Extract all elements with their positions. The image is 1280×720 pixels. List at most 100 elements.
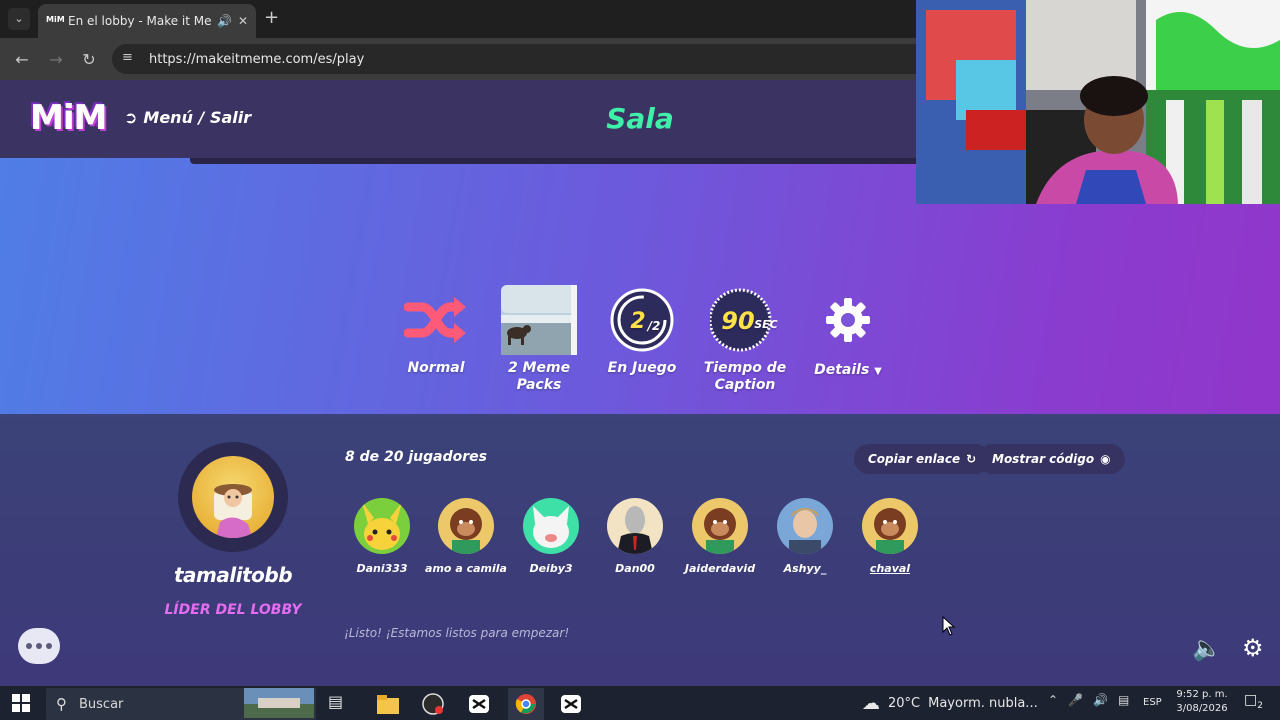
new-tab-icon[interactable]: + [264,8,279,28]
windows-start-icon[interactable] [12,694,30,712]
mouse-cursor-icon [942,616,956,636]
cloud-icon: ☁ [862,693,880,714]
task-view-icon[interactable]: ▤ [328,692,354,716]
meme-packs-label: 2 Meme Packs [507,360,571,393]
meme-pack-thumbnail [484,280,594,360]
rounds-value: 2 [630,309,645,334]
search-label: Buscar [79,696,124,712]
avatar [862,498,918,554]
file-explorer-icon[interactable] [375,692,401,716]
leader-name: tamalitobb [173,563,293,587]
weather-text: Mayorm. nubla... [928,696,1038,711]
clock-time: 9:52 p. m. [1176,689,1228,700]
player-card[interactable]: Jaiderdavid [678,498,762,575]
exit-icon: ➲ [124,108,138,127]
link-icon: ↻ [966,452,977,466]
browser-tab[interactable]: MiM En el lobby - Make it Meme 🔊 ✕ [38,4,256,38]
player-card[interactable]: Deiby3 [509,498,593,575]
chrome-icon[interactable] [513,692,539,716]
meme-packs-option[interactable]: 2 Meme Packs [484,280,594,394]
search-highlight-image [244,688,314,718]
gear-icon [793,280,903,360]
capcut-icon[interactable] [466,692,492,716]
svg-text:/2: /2 [646,319,661,333]
weather-temp: 20°C [888,696,921,711]
player-card[interactable]: Dani333 [340,498,424,575]
site-info-icon[interactable]: ≡ [122,50,133,65]
mode-label: Normal [407,360,465,376]
url-text[interactable]: https://makeitmeme.com/es/play [149,52,364,67]
taskbar-clock[interactable]: 9:52 p. m. 3/08/2026 [1172,688,1232,716]
tab-search-chevron-icon[interactable]: ⌄ [8,8,30,30]
details-option[interactable]: Details ▼ [793,280,903,380]
player-name: amo a camila [425,562,507,575]
player-name: Dani333 [356,562,408,575]
caption-time-option[interactable]: 90 SEC Tiempo de Caption [690,280,800,394]
caption-time-label: Tiempo de Caption [703,360,787,393]
weather-widget[interactable]: ☁ 20°C Mayorm. nubla... [862,693,1038,714]
volume-icon[interactable]: 🔊 [1093,693,1108,707]
rounds-option[interactable]: 2 /2 En Juego [587,280,697,377]
player-card[interactable]: Ashyy_ [763,498,847,575]
tab-close-icon[interactable]: ✕ [238,14,248,28]
chevron-up-icon[interactable]: ⌃ [1048,693,1058,707]
player-name: chaval [869,562,911,575]
player-name: Ashyy_ [783,562,827,575]
microphone-icon[interactable]: 🎤 [1068,693,1083,707]
mode-option[interactable]: Normal [381,280,491,377]
clock-date: 3/08/2026 [1176,703,1228,714]
obs-icon[interactable] [420,692,446,716]
eye-icon: ◉ [1100,452,1111,466]
speaker-icon[interactable]: 🔈 [1192,634,1222,662]
menu-exit-label: Menú / Salir [143,108,252,127]
shuffle-icon [381,280,491,360]
forward-icon[interactable]: → [44,48,68,72]
rounds-total: 2 [652,319,660,333]
show-code-label: Mostrar código [992,452,1095,466]
show-code-button[interactable]: Mostrar código ◉ [978,444,1125,474]
menu-exit-button[interactable]: ➲ Menú / Salir [124,108,251,127]
copy-link-button[interactable]: Copiar enlace ↻ [854,444,991,474]
avatar [438,498,494,554]
webcam-overlay [916,0,1280,204]
room-title: Sala [606,102,674,135]
timer-unit: SEC [754,318,778,331]
chat-dot [36,643,42,649]
player-card[interactable]: Dan00 [593,498,677,575]
network-icon[interactable]: ▤ [1118,693,1129,707]
copy-link-label: Copiar enlace [868,452,961,466]
leader-role-badge: LÍDER DEL LOBBY [164,602,302,618]
notification-count: 2 [1257,700,1263,711]
chat-dot [46,643,52,649]
notification-icon[interactable]: □2 [1244,692,1263,711]
player-card[interactable]: chaval [848,498,932,575]
player-card[interactable]: amo a camila [424,498,508,575]
system-tray[interactable]: ⌃ 🎤 🔊 ▤ [1048,693,1129,707]
player-name: Dan00 [615,562,655,575]
rounds-dial-icon: 2 /2 [587,280,697,360]
rounds-label: En Juego [607,360,677,376]
chat-button[interactable] [18,628,60,664]
capcut-icon[interactable] [558,692,584,716]
tab-audio-icon[interactable]: 🔊 [217,14,232,28]
details-label: Details [814,362,870,378]
language-indicator[interactable]: ESP [1143,697,1162,708]
avatar [607,498,663,554]
leader-avatar [192,456,274,538]
mim-logo[interactable]: MiM [30,98,107,138]
settings-gear-icon[interactable]: ⚙ [1242,634,1264,662]
avatar [692,498,748,554]
player-name: Deiby3 [529,562,573,575]
reload-icon[interactable]: ↻ [77,48,101,72]
favicon-icon: MiM [46,15,65,24]
player-name: Jaiderdavid [684,562,756,575]
back-icon[interactable]: ← [10,48,34,72]
ready-message: ¡Listo! ¡Estamos listos para empezar! [344,626,570,640]
avatar [523,498,579,554]
chevron-down-icon: ▼ [874,366,882,377]
avatar [777,498,833,554]
search-icon: ⚲ [56,695,67,713]
timer-value: 90 [721,307,754,335]
avatar [354,498,410,554]
header-progress-bar [190,158,920,164]
